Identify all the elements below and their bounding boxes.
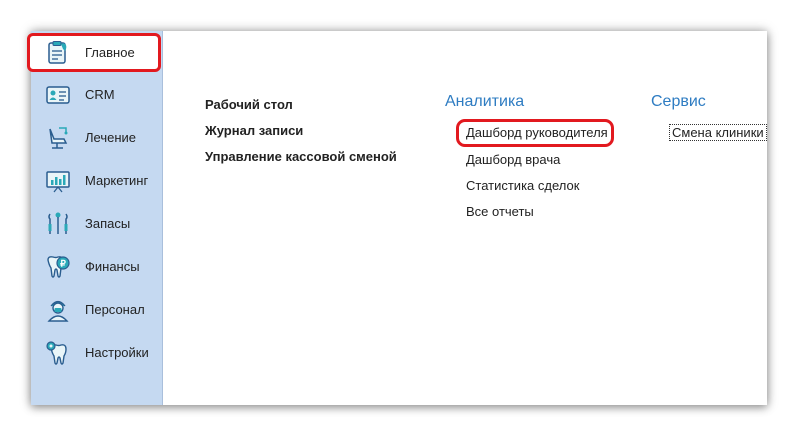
dental-chair-icon — [45, 125, 71, 151]
sidebar-item-label: Маркетинг — [85, 173, 149, 188]
chart-board-icon — [45, 168, 71, 194]
dental-tools-icon — [45, 211, 71, 237]
sidebar-item-label: CRM — [85, 87, 115, 102]
tooth-gear-icon — [45, 340, 71, 366]
sidebar-item-marketing[interactable]: Маркетинг — [31, 161, 163, 201]
sidebar-item-main[interactable]: Главное — [27, 33, 161, 72]
sidebar-item-label: Персонал — [85, 302, 145, 317]
sidebar-item-label: Главное — [85, 45, 135, 60]
link-all-reports[interactable]: Все отчеты — [466, 204, 534, 219]
link-appointments[interactable]: Журнал записи — [205, 123, 303, 138]
sidebar-item-stock[interactable]: Запасы — [31, 204, 163, 244]
link-doctor-dashboard[interactable]: Дашборд врача — [466, 152, 560, 167]
sidebar-item-treatment[interactable]: Лечение — [31, 118, 163, 158]
link-deal-stats[interactable]: Статистика сделок — [466, 178, 579, 193]
sidebar: Главное CRM Лечение Маркетинг Запасы ₽ Ф… — [27, 31, 163, 405]
sidebar-item-label: Лечение — [85, 130, 137, 145]
id-card-icon — [45, 82, 71, 108]
sidebar-item-crm[interactable]: CRM — [31, 75, 163, 115]
sidebar-item-staff[interactable]: Персонал — [31, 290, 163, 330]
main-content: Рабочий стол Журнал записи Управление ка… — [163, 31, 767, 405]
sidebar-item-label: Настройки — [85, 345, 149, 360]
sidebar-item-label: Запасы — [85, 216, 131, 231]
tooth-coin-icon: ₽ — [45, 254, 71, 280]
link-change-clinic[interactable]: Смена клиники — [669, 124, 767, 141]
home-card-icon — [45, 40, 71, 66]
sidebar-item-settings[interactable]: Настройки — [31, 333, 163, 373]
sidebar-item-label: Финансы — [85, 259, 140, 274]
doctor-icon — [45, 297, 71, 323]
app-window: Главное CRM Лечение Маркетинг Запасы ₽ Ф… — [27, 31, 767, 405]
link-cash-shift[interactable]: Управление кассовой сменой — [205, 149, 397, 164]
link-desktop[interactable]: Рабочий стол — [205, 97, 293, 112]
section-title-analytics: Аналитика — [445, 93, 525, 110]
sidebar-item-finance[interactable]: ₽ Финансы — [31, 247, 163, 287]
svg-text:₽: ₽ — [60, 259, 66, 269]
section-title-service: Сервис — [651, 93, 706, 110]
link-director-dashboard[interactable]: Дашборд руководителя — [466, 125, 608, 140]
